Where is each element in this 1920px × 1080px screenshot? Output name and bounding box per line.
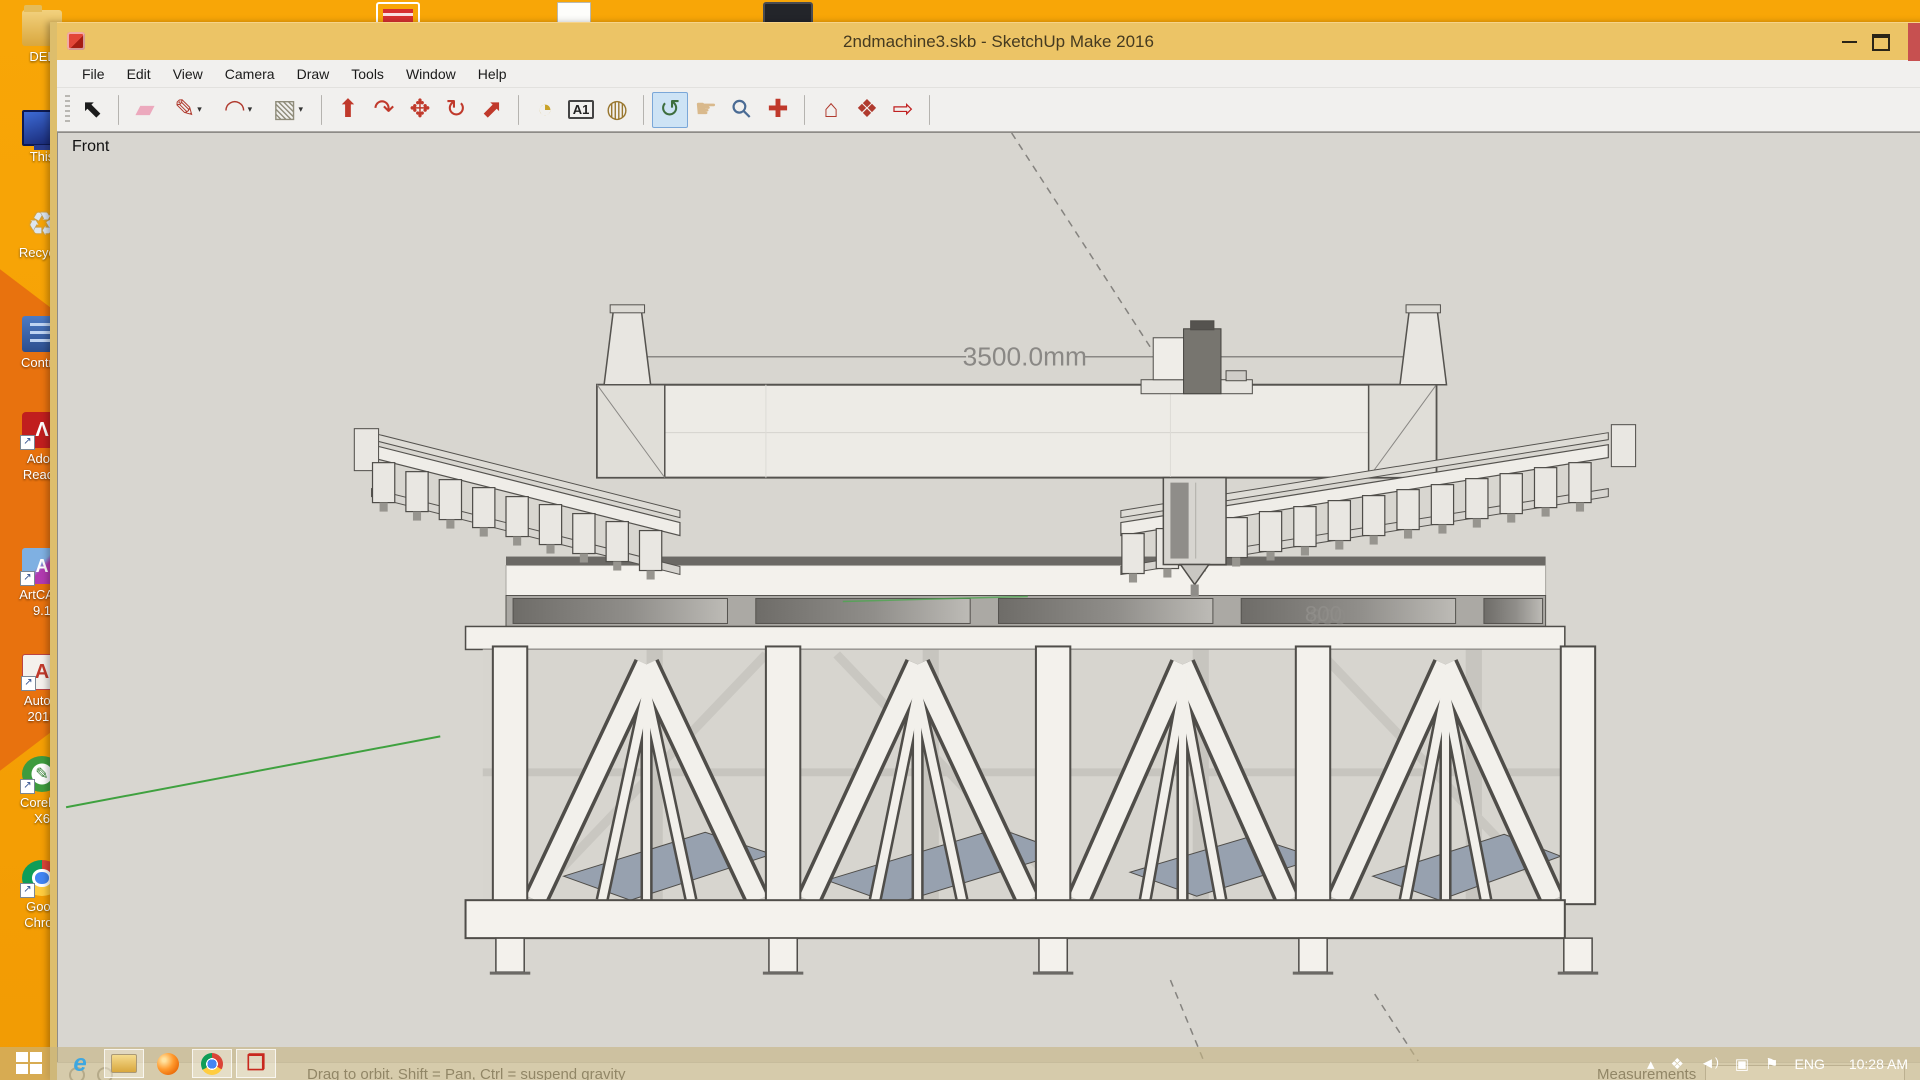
paint-bucket-tool[interactable]: ◍ ▾ [599, 92, 635, 128]
close-button[interactable] [1908, 23, 1920, 61]
model-canvas[interactable]: 3500.0mm [58, 133, 1920, 1062]
tray-dropbox-icon[interactable]: ❖ [1671, 1055, 1684, 1073]
view-name-label: Front [72, 138, 109, 156]
taskbar-chrome[interactable] [192, 1049, 232, 1078]
green-axis-line [66, 736, 440, 807]
machine-rails [466, 557, 1565, 650]
window-title: 2ndmachine3.skb - SketchUp Make 2016 [57, 32, 1920, 52]
line-tool[interactable]: ✎ ▾ [163, 92, 213, 128]
separator[interactable]: ▾ [321, 95, 322, 125]
offset-tool[interactable]: ⬈ ▾ [474, 92, 510, 128]
shapes-tool[interactable]: ▧ ▾ [263, 92, 313, 128]
menu-view[interactable]: View [162, 62, 214, 86]
text-tool[interactable]: A1 ▾ [563, 92, 599, 128]
pan-tool[interactable]: ☛ ▾ [688, 92, 724, 128]
inner-dimension-label: 800 [1305, 602, 1342, 627]
tape-measure-tool[interactable]: ◔ ▾ [527, 92, 563, 128]
menu-help[interactable]: Help [467, 62, 518, 86]
eraser-tool[interactable]: ▰ ▾ [127, 92, 163, 128]
dropdown-arrow-icon[interactable]: ▾ [299, 104, 304, 115]
menu-camera[interactable]: Camera [214, 62, 286, 86]
menu-draw[interactable]: Draw [286, 62, 341, 86]
separator[interactable]: ▾ [929, 95, 930, 125]
menu-bar: File Edit View Camera Draw Tools Window … [57, 60, 1920, 88]
base-frame [466, 900, 1599, 973]
desktop: DEL This ♻ Recycle [0, 0, 1920, 1080]
send-to-layout-button[interactable]: ⇨ ▾ [885, 92, 921, 128]
3d-warehouse-button[interactable]: ⌂ ▾ [813, 92, 849, 128]
toolbar-grip[interactable] [65, 95, 70, 125]
system-tray: ▴ ❖ ◄ ▣ ⚑ ENG 10:28 AM [1647, 1055, 1920, 1073]
taskbar-firefox[interactable] [148, 1049, 188, 1078]
rotate-tool[interactable]: ↻ ▾ [438, 92, 474, 128]
separator[interactable]: ▾ [804, 95, 805, 125]
zoom-extents-tool[interactable]: ✚ ▾ [760, 92, 796, 128]
menu-edit[interactable]: Edit [116, 62, 162, 86]
clock[interactable]: 10:28 AM [1849, 1056, 1908, 1072]
tray-volume-icon[interactable]: ◄ [1700, 1055, 1719, 1072]
dropdown-arrow-icon[interactable]: ▾ [197, 104, 202, 115]
tray-action-center-icon[interactable]: ⚑ [1765, 1055, 1778, 1073]
extension-warehouse-button[interactable]: ❖ ▾ [849, 92, 885, 128]
follow-me-tool[interactable]: ↷ ▾ [366, 92, 402, 128]
separator[interactable]: ▾ [118, 95, 119, 125]
drawing-viewport[interactable]: 3500.0mm [57, 132, 1920, 1062]
titlebar[interactable]: 2ndmachine3.skb - SketchUp Make 2016 [57, 22, 1920, 60]
separator[interactable]: ▾ [643, 95, 644, 125]
tray-expand-icon[interactable]: ▴ [1647, 1055, 1655, 1073]
arc-tool[interactable]: ◠ ▾ [213, 92, 263, 128]
menu-file[interactable]: File [71, 62, 116, 86]
tray-network-icon[interactable]: ▣ [1735, 1055, 1749, 1073]
toolbar: ⬉ ▾ ▾ ▰ ▾ ✎ ▾ [57, 88, 1920, 132]
toolbar-tools: ⬉ ▾ ▾ ▰ ▾ ✎ ▾ [74, 92, 938, 128]
minimize-button[interactable] [1834, 23, 1864, 61]
zoom-tool[interactable]: ⚲ ▾ [724, 92, 760, 128]
select-tool[interactable]: ⬉ ▾ [74, 92, 110, 128]
maximize-button[interactable] [1866, 23, 1896, 61]
taskbar-explorer[interactable] [104, 1049, 144, 1078]
menu-tools[interactable]: Tools [340, 62, 395, 86]
sketchup-window: 2ndmachine3.skb - SketchUp Make 2016 Fil… [50, 22, 1920, 1080]
dropdown-arrow-icon[interactable]: ▾ [248, 104, 253, 115]
construction-line [1012, 133, 1156, 355]
dimension-label: 3500.0mm [963, 342, 1087, 372]
taskbar-apps: e ❒ [60, 1049, 280, 1078]
push-pull-tool[interactable]: ⬆ ▾ [330, 92, 366, 128]
move-tool[interactable]: ✥ ▾ [402, 92, 438, 128]
taskbar: e ❒ [0, 1047, 1920, 1080]
menu-window[interactable]: Window [395, 62, 467, 86]
taskbar-sketchup[interactable]: ❒ [236, 1049, 276, 1078]
orbit-tool[interactable]: ↺ ▾ [652, 92, 688, 128]
separator[interactable]: ▾ [518, 95, 519, 125]
taskbar-ie[interactable]: e [60, 1049, 100, 1078]
start-button[interactable] [16, 1052, 46, 1076]
gantry-beam [597, 305, 1446, 478]
language-indicator[interactable]: ENG [1795, 1056, 1825, 1072]
